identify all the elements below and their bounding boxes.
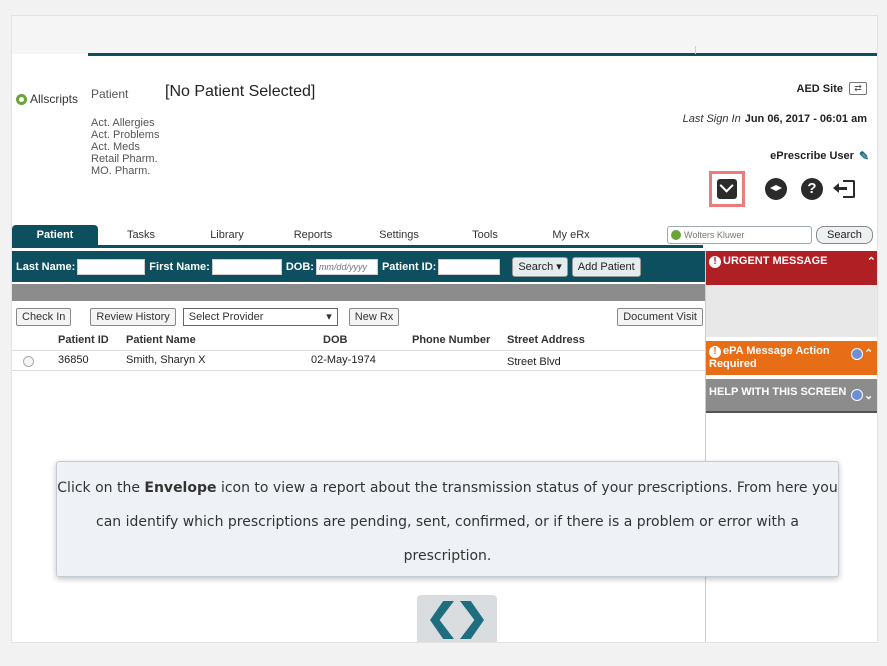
tab-my-erx[interactable]: My eRx [528,225,614,245]
first-name-label: First Name: [149,260,210,273]
alert-icon: ! [709,346,721,358]
column-dob[interactable]: DOB [323,334,347,346]
new-rx-button[interactable]: New Rx [348,308,400,326]
tab-reports[interactable]: Reports [270,225,356,245]
patient-quicklinks: Act. Allergies Act. Problems Act. Meds R… [91,117,159,177]
help-toggle-icon[interactable]: ⌄ [851,388,875,402]
toggle-ball [851,389,863,401]
site-selector: AED Site ⇄ [797,82,867,95]
alert-icon: ! [709,256,721,268]
quicklink-problems[interactable]: Act. Problems [91,129,159,141]
column-street-address[interactable]: Street Address [507,334,585,346]
dob-label: DOB: [285,260,314,273]
chevron-down-icon: ⌄ [864,389,874,402]
epa-title-line1: ePA Message Action [723,345,830,357]
callout-text-bold: Envelope [144,480,217,496]
provider-select-value: Select Provider [188,311,264,323]
last-name-label: Last Name: [16,260,76,273]
column-phone[interactable]: Phone Number [412,334,490,346]
drug-search-input[interactable]: Wolters Kluwer [667,226,812,244]
app-frame: Allscripts Patient [No Patient Selected]… [11,15,878,643]
results-header-bar [12,284,705,301]
tab-tools[interactable]: Tools [442,225,528,245]
toggle-ball [851,348,863,360]
header-icons: ? [709,171,855,207]
last-name-input[interactable] [77,258,146,275]
logout-icon[interactable] [833,179,855,199]
chevron-down-icon: ▾ [556,260,562,273]
top-bar [12,16,877,54]
cell-street-address: Street Blvd [507,356,561,368]
brand-name: Allscripts [30,92,79,106]
help-screen-title: HELP WITH THIS SCREEN [709,386,847,398]
patient-grid-header: Patient ID Patient Name DOB Phone Number… [12,334,705,348]
user-info: ePrescribe User ✎ [770,149,869,163]
graduation-cap-icon[interactable] [765,178,787,200]
top-divider [88,53,877,56]
help-screen-header[interactable]: HELP WITH THIS SCREEN ⌄ [706,379,877,413]
document-visit-button[interactable]: Document Visit [617,308,703,326]
tutorial-pager [417,595,497,642]
main-nav: Patient Tasks Library Reports Settings T… [12,225,703,248]
check-in-button[interactable]: Check In [16,308,72,326]
logout-arrow [833,183,847,193]
message-panel: ! URGENT MESSAGE ⌃ ! ePA Message Action Re… [706,251,877,413]
quicklink-retail-pharm[interactable]: Retail Pharm. [91,153,159,165]
switch-site-icon[interactable]: ⇄ [849,82,867,95]
epa-message-header[interactable]: ! ePA Message Action Required ⌃ [706,341,877,375]
column-patient-name[interactable]: Patient Name [126,334,196,346]
cell-patient-name: Smith, Sharyn X [126,354,206,366]
quicklink-meds[interactable]: Act. Meds [91,141,159,153]
row-radio[interactable] [23,356,34,367]
urgent-message-title: URGENT MESSAGE [723,255,828,267]
site-name: AED Site [796,82,843,95]
selected-patient: [No Patient Selected] [165,83,316,100]
envelope-icon[interactable] [709,171,745,207]
next-arrow-icon[interactable] [460,601,484,639]
dob-input[interactable] [315,258,378,275]
table-row[interactable]: 36850 Smith, Sharyn X 02-May-1974 Street… [12,350,705,371]
drug-search: Wolters Kluwer Search [667,226,873,244]
urgent-message-body [706,285,877,337]
allscripts-logo-icon [16,93,27,105]
allscripts-logo: Allscripts [16,92,78,106]
tab-settings[interactable]: Settings [356,225,442,245]
collapse-icon[interactable]: ⌃ [867,255,876,281]
cell-dob: 02-May-1974 [311,354,376,366]
help-icon[interactable]: ? [801,178,823,200]
patient-search-bar: Last Name: First Name: DOB: Patient ID: … [12,251,705,282]
envelope-glyph [717,179,737,199]
top-divider-tick [695,46,696,54]
user-name: ePrescribe User [770,150,854,162]
drug-search-button[interactable]: Search [816,226,873,244]
chevron-up-icon: ⌃ [864,347,874,360]
chevron-down-icon: ▾ [326,311,332,323]
patient-label: Patient [91,87,129,101]
cell-patient-id: 36850 [58,354,89,366]
urgent-message-header[interactable]: ! URGENT MESSAGE ⌃ [706,251,877,285]
add-patient-button[interactable]: Add Patient [571,256,641,277]
last-sign-in-label: Last Sign In [682,113,741,125]
patient-id-input[interactable] [438,258,501,275]
column-patient-id[interactable]: Patient ID [58,334,109,346]
patient-search-label: Search [518,260,554,273]
callout-text-pre: Click on the [57,480,145,496]
tab-patient[interactable]: Patient [12,225,98,245]
last-sign-in-value: Jun 06, 2017 - 06:01 am [744,113,867,125]
quicklink-allergies[interactable]: Act. Allergies [91,117,159,129]
patient-search-button[interactable]: Search ▾ [512,256,568,277]
epa-toggle-icon[interactable]: ⌃ [851,347,875,361]
review-history-button[interactable]: Review History [90,308,176,326]
previous-arrow-icon[interactable] [430,601,454,639]
quicklink-mo-pharm[interactable]: MO. Pharm. [91,165,159,177]
patient-toolbar: Check In Review History Select Provider ▾… [12,304,705,330]
tab-tasks[interactable]: Tasks [98,225,184,245]
last-sign-in: Last Sign In Jun 06, 2017 - 06:01 am [683,113,867,125]
tab-library[interactable]: Library [184,225,270,245]
edit-user-icon[interactable]: ✎ [859,149,869,163]
patient-id-label: Patient ID: [381,260,437,273]
first-name-input[interactable] [211,258,282,275]
tutorial-callout: Click on the Envelope icon to view a rep… [56,461,839,577]
provider-select[interactable]: Select Provider ▾ [182,308,338,326]
